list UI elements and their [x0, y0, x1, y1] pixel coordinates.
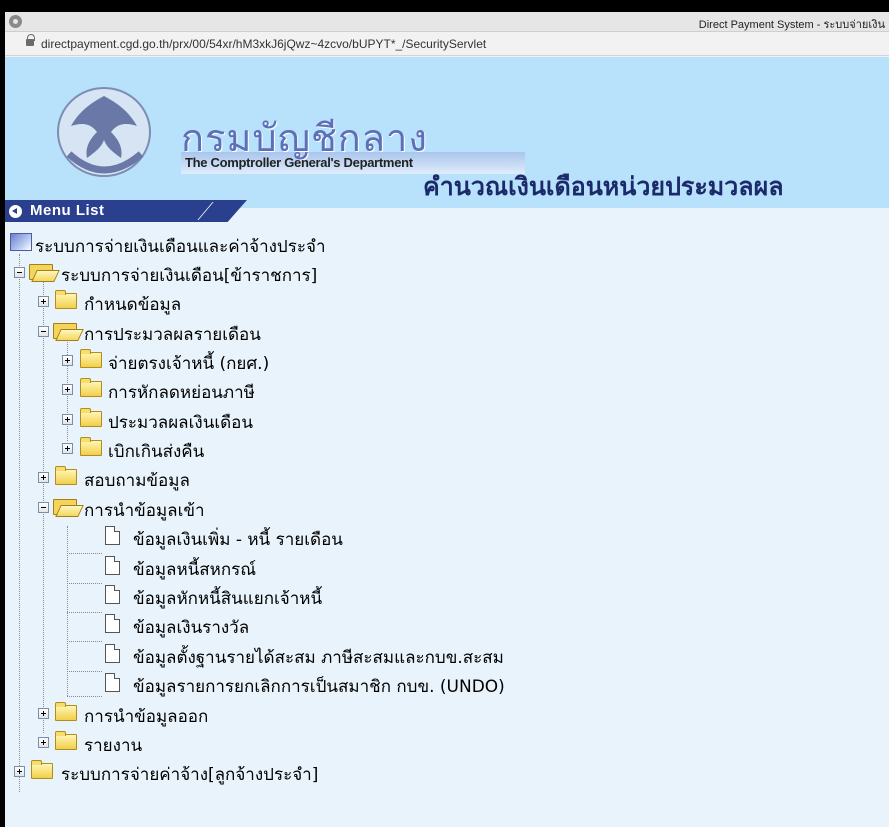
- folder-icon: [55, 290, 77, 309]
- tree-item-define-data[interactable]: กำหนดข้อมูล: [5, 290, 305, 316]
- tree-item-label: ข้อมูลเงินรางวัล: [133, 618, 250, 638]
- tree-item-report[interactable]: รายงาน: [5, 731, 345, 757]
- folder-icon: [80, 437, 102, 456]
- folder-open-icon: [53, 499, 77, 515]
- expand-icon[interactable]: [62, 414, 73, 425]
- expand-icon[interactable]: [62, 443, 73, 454]
- tree-item-import-accumulated-base[interactable]: ข้อมูลตั้งฐานรายได้สะสม ภาษีสะสมและกบข.ส…: [5, 643, 645, 669]
- tree-item-import-coop-debt[interactable]: ข้อมูลหนี้สหกรณ์: [5, 555, 565, 581]
- tree-item-civil-salary[interactable]: ระบบการจ่ายเงินเดือน[ข้าราชการ]: [5, 261, 425, 287]
- tree-item-label: ข้อมูลรายการยกเลิกการเป็นสมาชิก กบข. (UN…: [133, 677, 505, 697]
- expand-icon[interactable]: [38, 296, 49, 307]
- expand-icon[interactable]: [38, 737, 49, 748]
- collapse-icon[interactable]: [14, 267, 25, 278]
- tree-item-label: ระบบการจ่ายค่าจ้าง[ลูกจ้างประจำ]: [61, 765, 319, 785]
- page-title: คำนวณเงินเดือนหน่วยประมวลผล: [423, 172, 784, 201]
- tree-item-label: การหักลดหย่อนภาษี: [108, 383, 255, 403]
- tree-item-data-export[interactable]: การนำข้อมูลออก: [5, 702, 345, 728]
- back-arrow-icon[interactable]: [9, 205, 22, 218]
- folder-open-icon: [53, 323, 77, 339]
- tree-item-salary-processing[interactable]: ประมวลผลเงินเดือน: [5, 408, 375, 434]
- folder-icon: [80, 349, 102, 368]
- tree-item-import-reward[interactable]: ข้อมูลเงินรางวัล: [5, 613, 565, 639]
- document-icon: [105, 644, 120, 663]
- tree-item-inquiry[interactable]: สอบถามข้อมูล: [5, 466, 345, 492]
- folder-icon: [55, 731, 77, 750]
- expand-icon[interactable]: [62, 355, 73, 366]
- expand-icon[interactable]: [38, 708, 49, 719]
- monitor-icon: [10, 233, 32, 251]
- tree-item-import-gpf-undo[interactable]: ข้อมูลรายการยกเลิกการเป็นสมาชิก กบข. (UN…: [5, 672, 645, 698]
- tree-item-label: จ่ายตรงเจ้าหนี้ (กยศ.): [108, 354, 270, 374]
- address-bar[interactable]: directpayment.cgd.go.th/prx/00/54xr/hM3x…: [5, 32, 889, 56]
- tree-item-import-creditor-debt[interactable]: ข้อมูลหักหนี้สินแยกเจ้าหนี้: [5, 584, 565, 610]
- document-icon: [105, 614, 120, 633]
- menu-bar-decoration: [197, 202, 247, 220]
- collapse-icon[interactable]: [38, 326, 49, 337]
- document-icon: [105, 526, 120, 545]
- window-title: Direct Payment System - ระบบจ่ายเงิน: [698, 19, 885, 31]
- menu-list-bar[interactable]: Menu List: [5, 200, 247, 222]
- expand-icon[interactable]: [38, 472, 49, 483]
- tree-item-monthly-processing[interactable]: การประมวลผลรายเดือน: [5, 320, 345, 346]
- tree-item-label: รายงาน: [84, 736, 143, 756]
- collapse-icon[interactable]: [38, 502, 49, 513]
- tree-item-label: ประมวลผลเงินเดือน: [108, 413, 254, 433]
- tree-connector: [67, 641, 102, 642]
- folder-icon: [55, 466, 77, 485]
- menu-list-title: Menu List: [30, 202, 105, 219]
- folder-icon: [80, 408, 102, 427]
- tree-item-import-allowance-debt[interactable]: ข้อมูลเงินเพิ่ม - หนี้ รายเดือน: [5, 525, 565, 551]
- browser-app-icon[interactable]: [9, 15, 22, 28]
- department-name-english: The Comptroller General's Department: [185, 155, 413, 170]
- tree-item-tax-deduction[interactable]: การหักลดหย่อนภาษี: [5, 378, 375, 404]
- tree-item-label: ข้อมูลหักหนี้สินแยกเจ้าหนี้: [133, 589, 323, 609]
- tree-item-label: การนำข้อมูลออก: [84, 707, 209, 727]
- folder-open-icon: [29, 264, 53, 280]
- tree-item-data-import[interactable]: การนำข้อมูลเข้า: [5, 496, 345, 522]
- folder-icon: [31, 760, 53, 779]
- document-icon: [105, 585, 120, 604]
- tree-item-label: เบิกเกินส่งคืน: [108, 442, 205, 462]
- tree-connector: [67, 553, 102, 554]
- tree-item-root[interactable]: ระบบการจ่ายเงินเดือนและค่าจ้างประจำ: [5, 232, 425, 258]
- expand-icon[interactable]: [14, 766, 25, 777]
- garuda-seal-icon: [57, 87, 151, 177]
- title-bar: Direct Payment System - ระบบจ่ายเงิน: [5, 12, 889, 32]
- tree-item-label: ระบบการจ่ายเงินเดือน[ข้าราชการ]: [61, 266, 318, 286]
- tree-item-label: ข้อมูลหนี้สหกรณ์: [133, 560, 257, 580]
- tree-item-direct-pay[interactable]: จ่ายตรงเจ้าหนี้ (กยศ.): [5, 349, 375, 375]
- document-icon: [105, 673, 120, 692]
- tree-item-label: กำหนดข้อมูล: [84, 295, 182, 315]
- tree-item-overpay-return[interactable]: เบิกเกินส่งคืน: [5, 437, 375, 463]
- document-icon: [105, 556, 120, 575]
- tree-item-label: ข้อมูลเงินเพิ่ม - หนี้ รายเดือน: [133, 530, 343, 550]
- tree-item-employee-wage[interactable]: ระบบการจ่ายค่าจ้าง[ลูกจ้างประจำ]: [5, 760, 445, 786]
- tree-item-label: การประมวลผลรายเดือน: [84, 325, 261, 345]
- lock-icon: [26, 34, 35, 46]
- tree-item-label: ข้อมูลตั้งฐานรายได้สะสม ภาษีสะสมและกบข.ส…: [133, 648, 504, 668]
- tree-item-label: ระบบการจ่ายเงินเดือนและค่าจ้างประจำ: [35, 237, 326, 257]
- folder-icon: [55, 702, 77, 721]
- page-header: กรมบัญชีกลาง The Comptroller General's D…: [5, 57, 889, 208]
- tree-item-label: สอบถามข้อมูล: [84, 471, 190, 491]
- folder-icon: [80, 378, 102, 397]
- tree-item-label: การนำข้อมูลเข้า: [84, 501, 205, 521]
- expand-icon[interactable]: [62, 384, 73, 395]
- url-text[interactable]: directpayment.cgd.go.th/prx/00/54xr/hM3x…: [41, 37, 486, 51]
- browser-window: Direct Payment System - ระบบจ่ายเงิน dir…: [5, 12, 889, 827]
